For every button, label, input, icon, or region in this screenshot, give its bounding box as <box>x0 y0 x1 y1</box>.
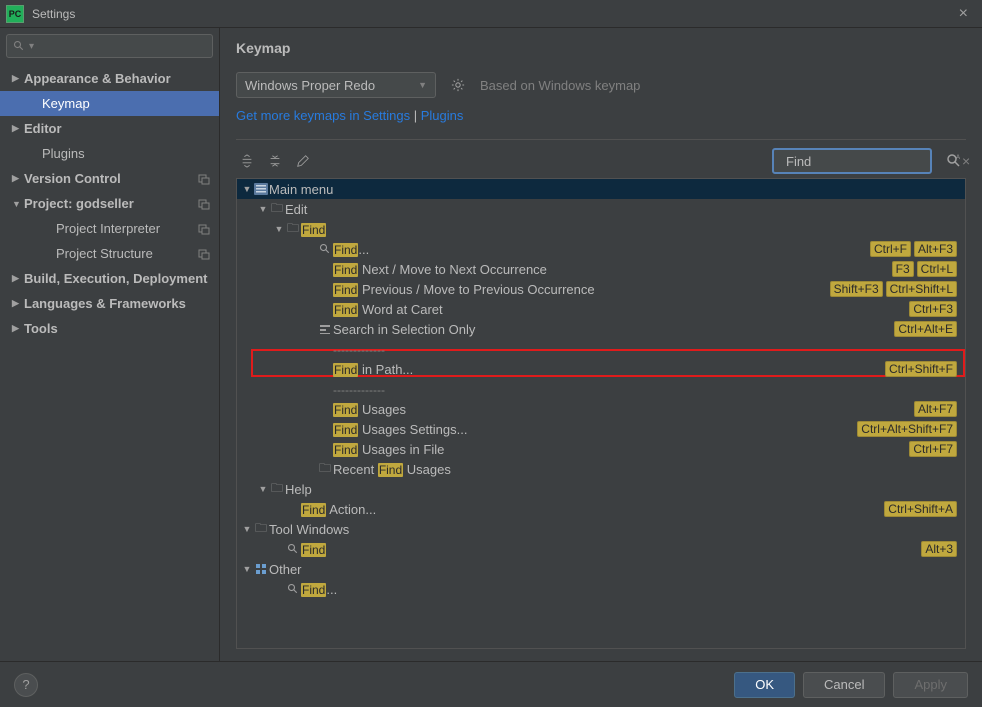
tree-row[interactable]: ------------- <box>237 379 965 399</box>
expand-all-icon[interactable] <box>236 150 258 172</box>
sidebar-item[interactable]: Keymap <box>0 91 219 116</box>
keymap-tree[interactable]: ▼Main menu▼🗀Edit▼🗀FindFind...Ctrl+FAlt+F… <box>236 178 966 649</box>
sidebar-item[interactable]: ▶Version Control <box>0 166 219 191</box>
help-button[interactable]: ? <box>14 673 38 697</box>
ok-button[interactable]: OK <box>734 672 795 698</box>
tree-row[interactable]: Find Action...Ctrl+Shift+A <box>237 499 965 519</box>
close-icon[interactable]: × <box>951 5 976 23</box>
scheme-select[interactable]: Windows Proper Redo ▼ <box>236 72 436 98</box>
app-icon: PC <box>6 5 24 23</box>
titlebar: PC Settings × <box>0 0 982 28</box>
search-icon <box>13 40 25 52</box>
sidebar-item[interactable]: Project Interpreter <box>0 216 219 241</box>
sidebar-item[interactable]: Project Structure <box>0 241 219 266</box>
divider <box>236 139 966 140</box>
keymap-search-input[interactable]: × <box>772 148 932 174</box>
tree-row[interactable]: Find UsagesAlt+F7 <box>237 399 965 419</box>
content-panel: Keymap Windows Proper Redo ▼ Based on Wi… <box>220 28 982 661</box>
links-row: Get more keymaps in Settings | Plugins <box>236 108 966 123</box>
tree-row[interactable]: Find Previous / Move to Previous Occurre… <box>237 279 965 299</box>
tree-row[interactable]: ▼🗀Edit <box>237 199 965 219</box>
cancel-button[interactable]: Cancel <box>803 672 885 698</box>
tree-row[interactable]: ------------- <box>237 339 965 359</box>
sidebar-item[interactable]: ▶Build, Execution, Deployment <box>0 266 219 291</box>
window-title: Settings <box>32 7 951 21</box>
tree-row[interactable]: Find in Path...Ctrl+Shift+F <box>237 359 965 379</box>
apply-button[interactable]: Apply <box>893 672 968 698</box>
tree-row[interactable]: Find Usages Settings...Ctrl+Alt+Shift+F7 <box>237 419 965 439</box>
svg-text:A: A <box>956 155 960 161</box>
tree-row[interactable]: Find Next / Move to Next OccurrenceF3Ctr… <box>237 259 965 279</box>
plugins-link[interactable]: Plugins <box>421 108 464 123</box>
tree-row[interactable]: Find... <box>237 579 965 599</box>
sidebar-tree: ▶Appearance & BehaviorKeymap▶EditorPlugi… <box>0 64 219 661</box>
keymap-search-field[interactable] <box>786 154 962 169</box>
sidebar-search-input[interactable]: ▾ <box>6 34 213 58</box>
toolbar: × A <box>236 148 966 174</box>
tree-row[interactable]: Find Word at CaretCtrl+F3 <box>237 299 965 319</box>
more-keymaps-link[interactable]: Get more keymaps in Settings <box>236 108 410 123</box>
chevron-down-icon: ▼ <box>418 80 427 90</box>
collapse-all-icon[interactable] <box>264 150 286 172</box>
tree-row[interactable]: ▼🗀Tool Windows <box>237 519 965 539</box>
find-shortcut-icon[interactable]: A <box>942 149 966 173</box>
tree-row[interactable]: 🗀Recent Find Usages <box>237 459 965 479</box>
tree-row[interactable]: Find...Ctrl+FAlt+F3 <box>237 239 965 259</box>
scheme-row: Windows Proper Redo ▼ Based on Windows k… <box>236 72 966 98</box>
sidebar-item[interactable]: ▶Tools <box>0 316 219 341</box>
footer: ? OK Cancel Apply <box>0 661 982 707</box>
tree-row[interactable]: Find Usages in FileCtrl+F7 <box>237 439 965 459</box>
gear-icon[interactable] <box>446 73 470 97</box>
tree-row[interactable]: ▼🗀Find <box>237 219 965 239</box>
tree-row[interactable]: Search in Selection OnlyCtrl+Alt+E <box>237 319 965 339</box>
tree-row[interactable]: ▼Main menu <box>237 179 965 199</box>
edit-icon[interactable] <box>292 150 314 172</box>
sidebar-item[interactable]: ▶Editor <box>0 116 219 141</box>
scheme-value: Windows Proper Redo <box>245 78 375 93</box>
sidebar: ▾ ▶Appearance & BehaviorKeymap▶EditorPlu… <box>0 28 220 661</box>
based-on-label: Based on Windows keymap <box>480 78 640 93</box>
tree-row[interactable]: FindAlt+3 <box>237 539 965 559</box>
sidebar-item[interactable]: Plugins <box>0 141 219 166</box>
sidebar-item[interactable]: ▶Appearance & Behavior <box>0 66 219 91</box>
sidebar-item[interactable]: ▶Languages & Frameworks <box>0 291 219 316</box>
page-title: Keymap <box>236 40 966 56</box>
sidebar-item[interactable]: ▼Project: godseller <box>0 191 219 216</box>
main-area: ▾ ▶Appearance & BehaviorKeymap▶EditorPlu… <box>0 28 982 661</box>
tree-row[interactable]: ▼🗀Help <box>237 479 965 499</box>
tree-row[interactable]: ▼Other <box>237 559 965 579</box>
